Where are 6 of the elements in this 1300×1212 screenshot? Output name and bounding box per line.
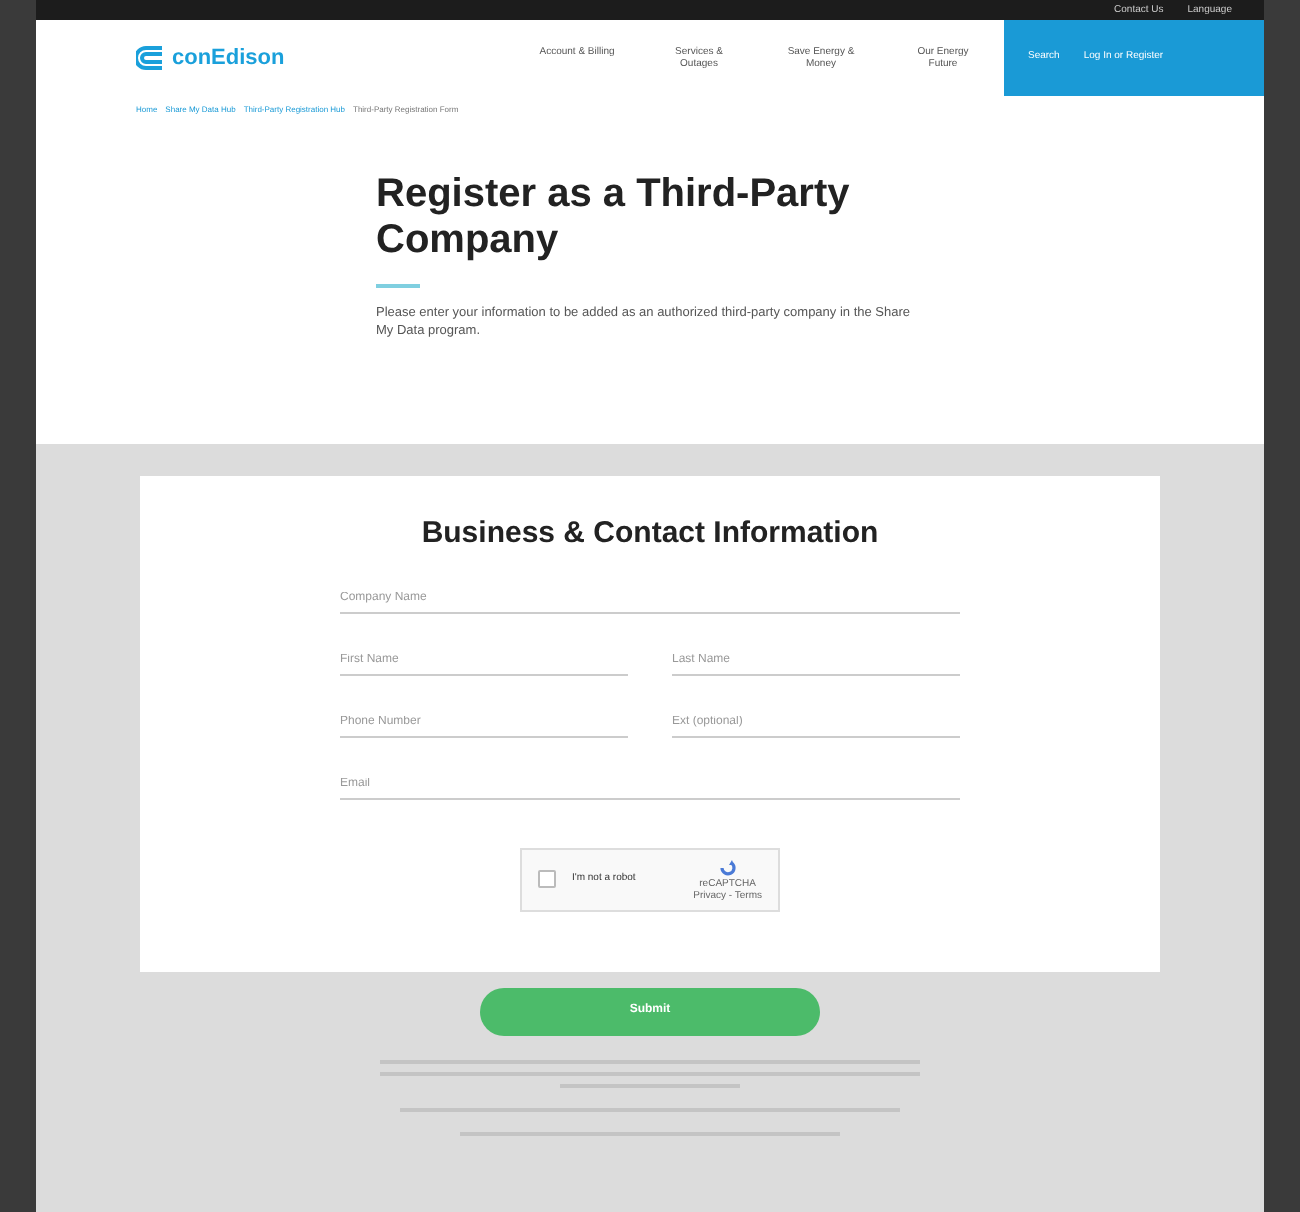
- page-title: Register as a Third-Party Company: [376, 172, 852, 264]
- logo-text[interactable]: conEdison: [172, 41, 285, 75]
- form-heading: Business & Contact Information: [421, 514, 879, 554]
- captcha-checkbox[interactable]: [538, 870, 556, 888]
- logo-icon: [136, 46, 164, 70]
- recaptcha-icon: [717, 857, 738, 877]
